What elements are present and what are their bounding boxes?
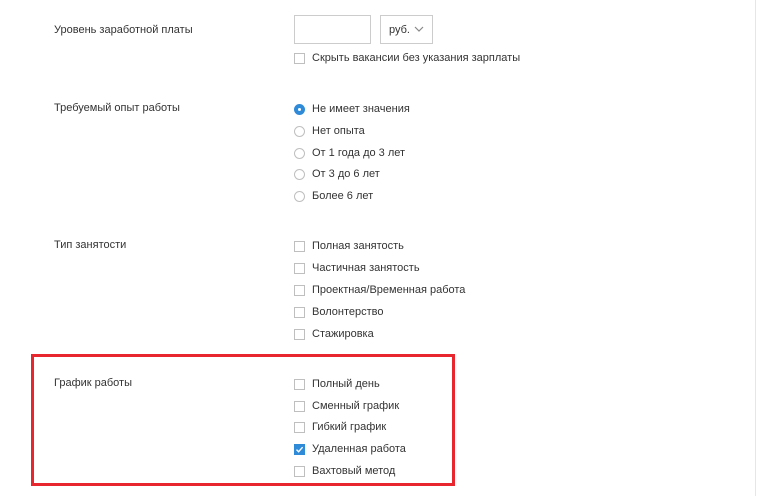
checkbox-box[interactable] <box>294 465 305 477</box>
divider <box>755 0 756 496</box>
radio-label: Более 6 лет <box>312 190 374 202</box>
checkbox-label: Вахтовый метод <box>312 465 396 477</box>
hide-without-salary-checkbox[interactable]: Скрыть вакансии без указания зарплаты <box>294 51 520 65</box>
checkbox-box[interactable] <box>294 400 305 412</box>
employment-option-volunteer[interactable]: Волонтерство <box>294 305 383 319</box>
checkbox-label: Волонтерство <box>312 306 384 318</box>
employment-option-part[interactable]: Частичная занятость <box>294 261 420 275</box>
checkbox-box[interactable] <box>294 262 305 274</box>
schedule-option-shift[interactable]: Сменный график <box>294 399 399 413</box>
schedule-label: График работы <box>54 377 132 389</box>
employment-label: Тип занятости <box>54 239 127 251</box>
checkbox-label: Гибкий график <box>312 421 387 433</box>
radio-button[interactable] <box>294 190 305 202</box>
experience-option-6plus[interactable]: Более 6 лет <box>294 189 373 203</box>
schedule-option-remote[interactable]: Удаленная работа <box>294 442 406 456</box>
experience-option-any[interactable]: Не имеет значения <box>294 102 410 116</box>
checkbox-box[interactable] <box>294 378 305 390</box>
employment-option-full[interactable]: Полная занятость <box>294 239 404 253</box>
employment-option-internship[interactable]: Стажировка <box>294 327 374 341</box>
salary-label: Уровень заработной платы <box>54 24 193 36</box>
checkbox-label: Частичная занятость <box>312 262 420 274</box>
checkbox-box[interactable] <box>294 328 305 340</box>
radio-label: Не имеет значения <box>312 103 410 115</box>
radio-label: Нет опыта <box>312 125 365 137</box>
schedule-option-full-day[interactable]: Полный день <box>294 377 380 391</box>
radio-button[interactable] <box>294 125 305 137</box>
checkbox-label: Скрыть вакансии без указания зарплаты <box>312 52 521 64</box>
radio-button[interactable] <box>294 103 305 115</box>
checkbox-label: Сменный график <box>312 400 400 412</box>
schedule-option-flexible[interactable]: Гибкий график <box>294 420 386 434</box>
checkbox-label: Удаленная работа <box>312 443 406 455</box>
checkbox-box[interactable] <box>294 421 305 433</box>
search-filters-page: Уровень заработной платы руб. Скрыть вак… <box>0 0 765 496</box>
radio-button[interactable] <box>294 147 305 159</box>
experience-option-1-3[interactable]: От 1 года до 3 лет <box>294 146 405 160</box>
currency-select[interactable]: руб. <box>380 15 433 44</box>
checkbox-box[interactable] <box>294 443 305 455</box>
radio-button[interactable] <box>294 168 305 180</box>
checkbox-label: Полная занятость <box>312 240 404 252</box>
checkbox-box[interactable] <box>294 284 305 296</box>
experience-label: Требуемый опыт работы <box>54 102 180 114</box>
experience-option-none[interactable]: Нет опыта <box>294 124 365 138</box>
radio-label: От 3 до 6 лет <box>312 168 380 180</box>
checkbox-label: Полный день <box>312 378 380 390</box>
checkbox-label: Проектная/Временная работа <box>312 284 466 296</box>
salary-input[interactable] <box>294 15 371 44</box>
experience-option-3-6[interactable]: От 3 до 6 лет <box>294 167 380 181</box>
employment-option-project[interactable]: Проектная/Временная работа <box>294 283 465 297</box>
checkbox-box[interactable] <box>294 240 305 252</box>
checkbox-label: Стажировка <box>312 328 374 340</box>
chevron-down-icon <box>414 26 424 32</box>
checkbox-box[interactable] <box>294 306 305 318</box>
currency-value: руб. <box>389 23 410 36</box>
checkmark-icon <box>296 446 304 453</box>
schedule-option-rotation[interactable]: Вахтовый метод <box>294 464 395 478</box>
checkbox-box[interactable] <box>294 52 305 64</box>
radio-label: От 1 года до 3 лет <box>312 147 406 159</box>
